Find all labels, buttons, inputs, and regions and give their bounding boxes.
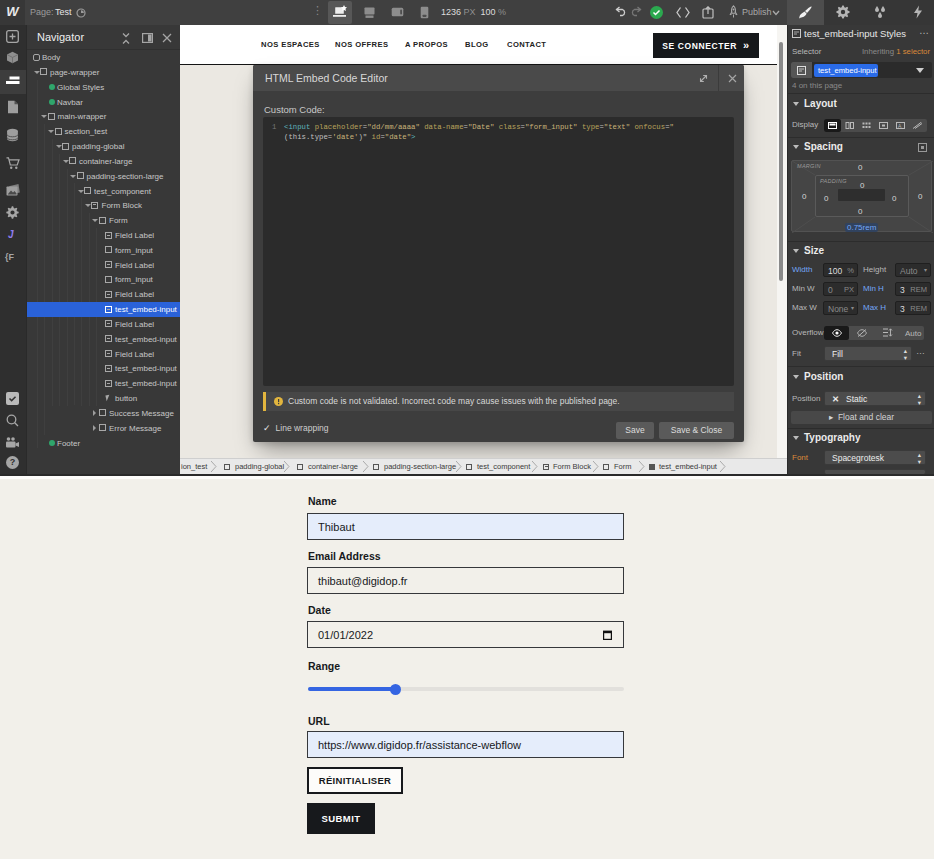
svg-text:A: A [898,123,902,129]
